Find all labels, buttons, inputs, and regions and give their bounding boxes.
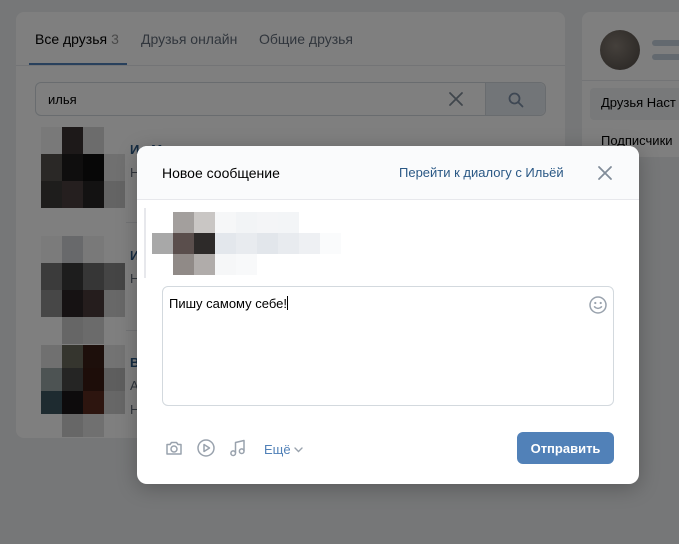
go-to-dialog-link[interactable]: Перейти к диалогу с Ильёй [399,165,564,180]
video-icon[interactable] [196,438,216,458]
send-button[interactable]: Отправить [517,432,614,464]
music-icon[interactable] [228,438,248,458]
modal-title: Новое сообщение [162,165,280,181]
recipient-avatar[interactable] [152,212,215,275]
chevron-down-icon [293,441,303,456]
recipient-name[interactable] [215,212,341,275]
more-label: Ещё [264,442,291,457]
emoji-icon[interactable] [588,295,608,315]
recipient-bar [144,208,146,278]
message-input[interactable]: Пишу самому себе! [162,286,614,406]
text-caret [286,296,288,310]
close-icon[interactable] [596,164,614,182]
more-attachments-link[interactable]: Ещё [264,441,303,457]
new-message-modal: Новое сообщение Перейти к диалогу с Ильё… [137,146,639,484]
message-value: Пишу самому себе! [169,296,287,311]
camera-icon[interactable] [164,438,184,458]
modal-header: Новое сообщение Перейти к диалогу с Ильё… [137,146,639,200]
message-text[interactable]: Пишу самому себе! [169,296,569,311]
